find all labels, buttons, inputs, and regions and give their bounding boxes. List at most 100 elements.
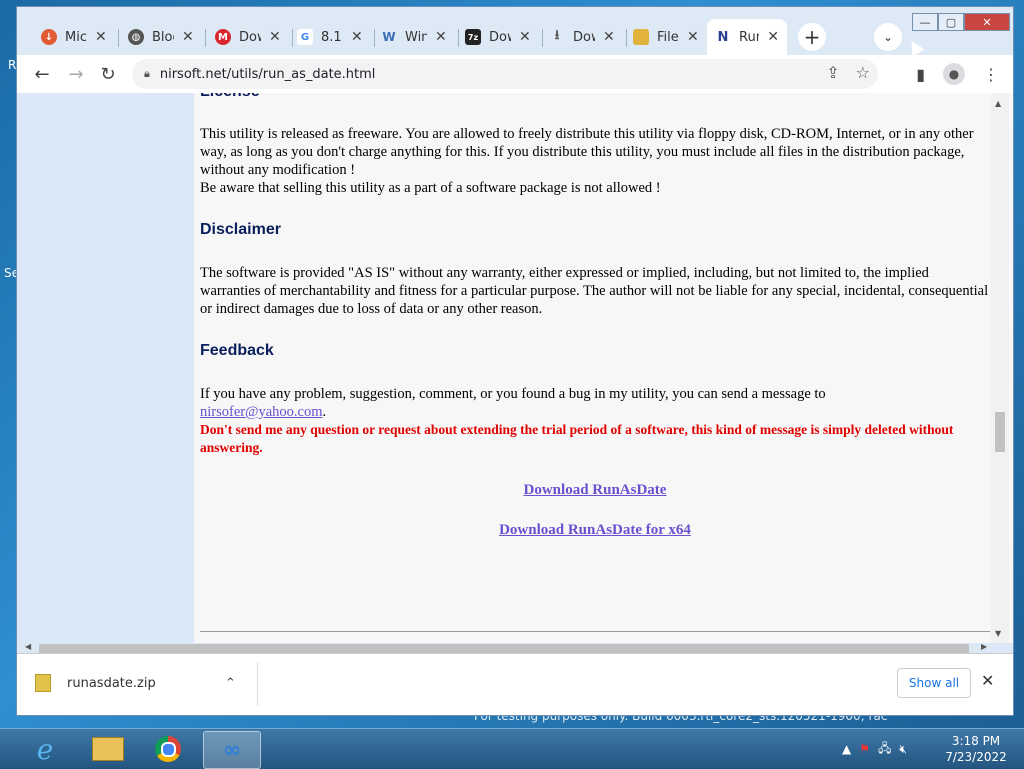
bookmark-star-icon[interactable]: ☆ [856, 63, 870, 82]
tab-divider [118, 29, 119, 47]
close-tab-icon[interactable]: ✕ [603, 29, 615, 45]
mega-icon: M [215, 29, 231, 45]
volume-muted-icon[interactable]: 🔇︎ [899, 742, 907, 757]
close-window-button[interactable]: ✕ [964, 13, 1010, 31]
download-item[interactable]: runasdate.zip ⌃ [35, 668, 255, 698]
scroll-right-icon[interactable]: ▶ [981, 642, 987, 651]
folder-icon [633, 29, 649, 45]
close-icon[interactable]: ✕ [981, 671, 994, 690]
feedback-heading: Feedback [200, 342, 274, 359]
taskbar-clock[interactable]: 3:18 PM 7/23/2022 [936, 733, 1016, 765]
window-controls: — ▢ ✕ [912, 13, 1010, 31]
download-arrow-icon: ⭳ [554, 28, 560, 43]
zip-file-icon [35, 674, 51, 692]
url-text[interactable]: nirsoft.net/utils/run_as_date.html [160, 67, 376, 82]
disclaimer-heading: Disclaimer [200, 221, 281, 238]
license-heading: License [200, 93, 260, 101]
back-button[interactable]: ← [29, 61, 55, 87]
download-shelf: runasdate.zip ⌃ Show all ✕ [17, 653, 1013, 715]
tab-files[interactable]: Files ✕ [625, 19, 709, 55]
forward-button[interactable]: → [63, 61, 89, 87]
browser-toolbar: ← → ↻ 🔒︎ nirsoft.net/utils/run_as_date.h… [17, 55, 1013, 93]
network-icon[interactable]: 🖧 [878, 739, 891, 760]
tab-microsoft[interactable]: ↓ Microsoft ✕ [33, 19, 117, 55]
chrome-window: ↓ Microsoft ✕ ◍ Blog ✕ M Download ✕ G 8.… [16, 6, 1014, 716]
close-tab-icon[interactable]: ✕ [519, 29, 531, 45]
clock-date: 7/23/2022 [945, 750, 1007, 764]
7zip-icon: 7z [465, 29, 481, 45]
close-tab-icon[interactable]: ✕ [435, 29, 447, 45]
tab-label: 8.1 [321, 29, 342, 45]
share-icon[interactable]: ⇪ [826, 63, 839, 82]
chevron-up-icon[interactable]: ⌃ [225, 676, 236, 691]
license-note: Be aware that selling this utility as a … [200, 180, 661, 196]
tab-label: Download [239, 29, 261, 45]
clock-time: 3:18 PM [951, 734, 1001, 748]
globe-icon: ◍ [128, 29, 144, 45]
horizontal-rule [200, 631, 990, 632]
minimize-button[interactable]: — [912, 13, 938, 31]
google-icon: G [297, 29, 313, 45]
tab-google[interactable]: G 8.1 ✕ [289, 19, 373, 55]
download-icon: ↓ [41, 29, 57, 45]
close-tab-icon[interactable]: ✕ [269, 29, 281, 45]
warning-text: Don't send me any question or request ab… [200, 422, 954, 455]
system-tray: ▲ ⚑ 🖧 🔇︎ [842, 729, 907, 769]
vertical-scrollbar[interactable]: ▲ ▼ [991, 93, 1009, 643]
close-tab-icon[interactable]: ✕ [95, 29, 107, 45]
scroll-down-icon[interactable]: ▼ [995, 629, 1001, 638]
close-tab-icon[interactable]: ✕ [182, 29, 194, 45]
tab-label: Windows [405, 29, 427, 45]
close-tab-icon[interactable]: ✕ [351, 29, 363, 45]
tab-label: RunAsDate [739, 29, 759, 45]
tab-search-button[interactable]: ⌄ [874, 23, 902, 51]
reload-button[interactable]: ↻ [95, 61, 121, 87]
tab-label: Microsoft [65, 29, 87, 45]
download-filename[interactable]: runasdate.zip [67, 676, 156, 691]
show-all-button[interactable]: Show all [897, 668, 971, 698]
tab-download[interactable]: ⭳ Download ✕ [541, 19, 625, 55]
nirsoft-icon: N [715, 29, 731, 45]
feedback-paragraph: If you have any problem, suggestion, com… [200, 386, 826, 402]
download-divider [257, 662, 258, 706]
close-tab-icon[interactable]: ✕ [687, 29, 699, 45]
w-icon: W [382, 30, 396, 44]
license-text: This utility is released as freeware. Yo… [200, 125, 990, 197]
page-viewport: License This utility is released as free… [17, 93, 1013, 643]
email-link[interactable]: nirsofer@yahoo.com [200, 404, 322, 420]
lock-icon[interactable]: 🔒︎ [144, 67, 150, 81]
tab-windows[interactable]: W Windows ✕ [373, 19, 457, 55]
tab-label: Blog [152, 29, 174, 45]
address-bar[interactable]: 🔒︎ nirsoft.net/utils/run_as_date.html ⇪ … [132, 59, 878, 89]
tab-divider [205, 29, 206, 47]
profile-avatar-icon[interactable]: ● [943, 63, 965, 85]
download-link[interactable]: Download RunAsDate [200, 481, 990, 499]
tab-strip: ↓ Microsoft ✕ ◍ Blog ✕ M Download ✕ G 8.… [17, 7, 1013, 61]
feedback-period: . [322, 404, 327, 420]
tab-label: Download [573, 29, 595, 45]
license-paragraph: This utility is released as freeware. Yo… [200, 126, 974, 178]
vertical-scroll-thumb[interactable] [995, 412, 1005, 452]
chrome-icon[interactable] [140, 731, 196, 767]
tab-7zip[interactable]: 7z Download ✕ [457, 19, 541, 55]
side-panel-icon[interactable]: ▮ [916, 65, 925, 84]
scroll-up-icon[interactable]: ▲ [995, 99, 1001, 108]
close-tab-icon[interactable]: ✕ [767, 29, 779, 45]
menu-kebab-icon[interactable]: ⋮ [983, 65, 999, 84]
new-tab-button[interactable]: + [798, 23, 826, 51]
runasdate-taskbar-icon[interactable]: ∞ [203, 731, 261, 769]
tab-blog[interactable]: ◍ Blog ✕ [120, 19, 204, 55]
left-navigation-panel [17, 93, 194, 643]
disclaimer-text: The software is provided "AS IS" without… [200, 265, 989, 317]
maximize-button[interactable]: ▢ [938, 13, 964, 31]
taskbar: e ∞ ▲ ⚑ 🖧 🔇︎ 3:18 PM 7/23/2022 [0, 728, 1024, 769]
explorer-icon[interactable] [80, 731, 136, 767]
feedback-text: If you have any problem, suggestion, com… [200, 385, 990, 457]
show-hidden-icons-icon[interactable]: ▲ [842, 742, 851, 756]
scroll-left-icon[interactable]: ◀ [25, 642, 31, 651]
download-x64-link[interactable]: Download RunAsDate for x64 [200, 521, 990, 539]
ie-icon[interactable]: e [16, 731, 74, 767]
tab-runasdate[interactable]: N RunAsDate ✕ [707, 19, 787, 55]
tab-mega[interactable]: M Download ✕ [207, 19, 291, 55]
action-center-flag-icon[interactable]: ⚑ [859, 742, 870, 756]
